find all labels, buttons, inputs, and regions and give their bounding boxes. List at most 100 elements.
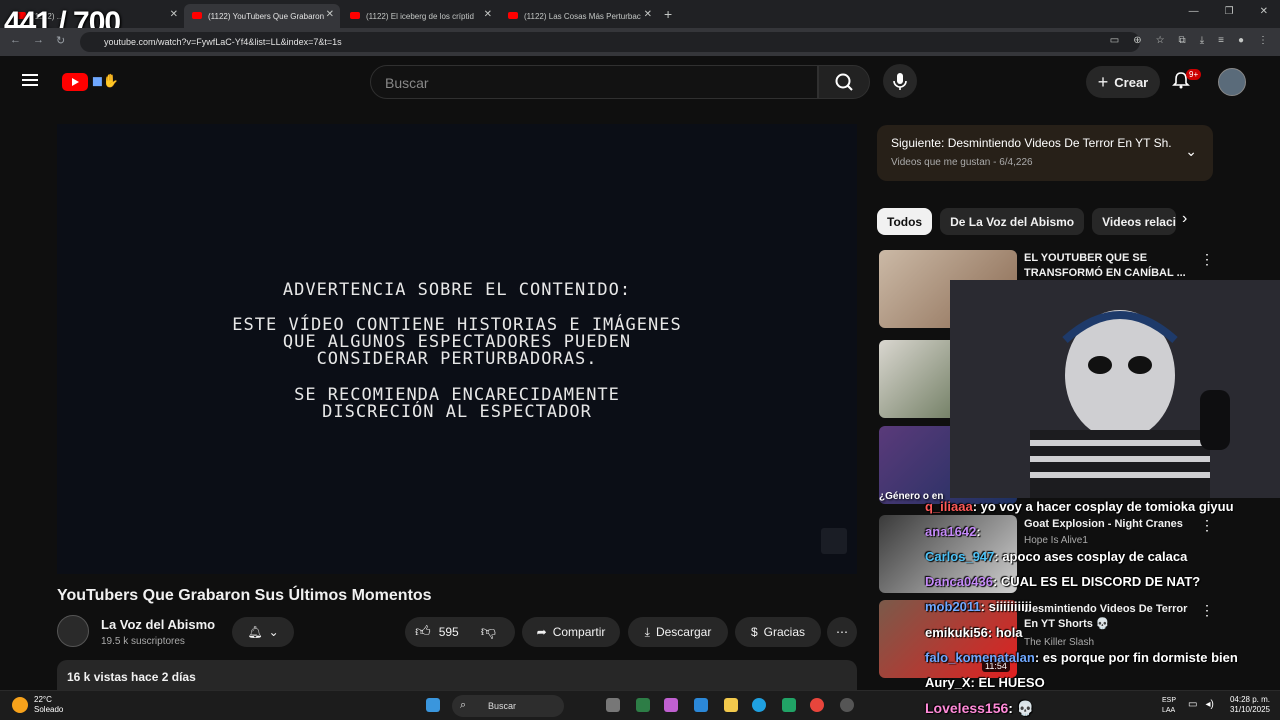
- subscription-bell-button[interactable]: 🔔︎ ⌄: [232, 617, 294, 647]
- url-field[interactable]: youtube.com/watch?v=FywfLaC-Yf4&list=LL&…: [80, 32, 1140, 52]
- youtube-logo[interactable]: [62, 73, 88, 91]
- thanks-dollar-icon: $: [750, 625, 758, 639]
- channel-name[interactable]: La Voz del Abismo: [101, 617, 215, 632]
- playlist-next-video: Siguiente: Desmintiendo Videos De Terror…: [891, 136, 1171, 150]
- file-explorer-icon[interactable]: [724, 698, 738, 712]
- extensions-icon[interactable]: ⧉: [1179, 35, 1186, 46]
- windows-taskbar: 22°C Soleado ⌕ Buscar ESP LAA ▭ ◂) 04:28…: [0, 690, 1280, 720]
- windows-start-icon[interactable]: [426, 698, 440, 712]
- excel-icon[interactable]: [782, 698, 796, 712]
- recommended-title[interactable]: Goat Explosion - Night Cranes: [1024, 517, 1194, 532]
- bookmark-star-icon[interactable]: ☆: [1156, 35, 1165, 46]
- close-tab-icon[interactable]: ✕: [644, 9, 652, 20]
- more-options-icon[interactable]: ⋮: [1200, 517, 1214, 534]
- bell-icon: 🔔︎: [247, 625, 263, 639]
- chip-related[interactable]: Videos relacion: [1092, 208, 1177, 235]
- clock[interactable]: 04:28 p. m. 31/10/2025: [1230, 695, 1270, 715]
- search-input[interactable]: Buscar: [370, 65, 818, 99]
- recommended-title[interactable]: EL YOUTUBER QUE SE TRANSFORMÓ EN CANÍBAL…: [1024, 251, 1194, 281]
- playlist-panel[interactable]: Siguiente: Desmintiendo Videos De Terror…: [877, 125, 1213, 181]
- chat-message: Danca0436: CUAL ES EL DISCORD DE NAT?: [925, 574, 1201, 589]
- restore-icon[interactable]: ❐: [1225, 6, 1234, 17]
- close-tab-icon[interactable]: ✕: [484, 9, 492, 20]
- more-options-icon[interactable]: ⋮: [1200, 251, 1214, 268]
- browser-menu-icon[interactable]: ⋮: [1258, 35, 1268, 46]
- close-window-icon[interactable]: ✕: [1260, 6, 1268, 17]
- back-icon[interactable]: ←: [10, 34, 21, 47]
- browser-tab-2[interactable]: (1122) YouTubers Que Grabaron ✕: [184, 4, 340, 28]
- chat-message: q_iliaaa: yo voy a hacer cosplay de tomi…: [925, 499, 1234, 514]
- chat-message: emikuki56: hola: [925, 625, 1023, 640]
- zoom-icon[interactable]: ⊕: [1133, 35, 1141, 46]
- recommended-title[interactable]: Desmintiendo Videos De Terror En YT Shor…: [1024, 602, 1194, 632]
- nav-buttons: ← → ↻: [10, 34, 65, 47]
- youtube-header: ◼✋ Buscar + Crear 9+: [0, 56, 1280, 108]
- browser-tab-4[interactable]: (1122) Las Cosas Más Perturbac ✕: [500, 4, 658, 28]
- warning-line: DISCRECIÓN AL ESPECTADOR: [322, 402, 592, 422]
- warning-line: CONSIDERAR PERTURBADORAS.: [316, 349, 598, 369]
- chat-message: Aury_X: EL HUESO: [925, 675, 1045, 690]
- taskbar-search[interactable]: ⌕ Buscar: [452, 695, 564, 717]
- address-bar-row: ← → ↻ youtube.com/watch?v=FywfLaC-Yf4&li…: [0, 28, 1280, 56]
- more-options-icon[interactable]: ⋮: [1200, 602, 1214, 619]
- streamer-webcam-overlay: [950, 280, 1280, 498]
- recommended-channel[interactable]: Hope Is Alive1: [1024, 535, 1088, 546]
- notification-count-badge: 9+: [1186, 69, 1202, 80]
- browser-tab-3[interactable]: (1122) El iceberg de los críptid ✕: [342, 4, 498, 28]
- chevron-down-icon: ⌄: [268, 625, 279, 639]
- subscriber-count: 19.5 k suscriptores: [101, 636, 185, 647]
- dislike-button[interactable]: 👎︎: [481, 623, 496, 641]
- cast-icon[interactable]: ▭: [1110, 35, 1119, 46]
- download-button[interactable]: ⤓ Descargar: [628, 617, 728, 647]
- filter-chips: Todos De La Voz del Abismo Videos relaci…: [877, 208, 1177, 235]
- new-tab-button[interactable]: +: [664, 6, 672, 22]
- browser-tab-bar: (1122) ... ✕ (1122) YouTubers Que Grabar…: [0, 0, 1280, 28]
- network-icon[interactable]: ▭: [1188, 699, 1197, 710]
- video-player[interactable]: ADVERTENCIA SOBRE EL CONTENIDO: ESTE VÍD…: [57, 124, 857, 574]
- browser-toolbar-icons: ▭ ⊕ ☆ ⧉ ⤓ ≡ ● ⋮: [1110, 35, 1268, 46]
- chevron-down-icon[interactable]: ⌄: [1185, 143, 1197, 160]
- app-icon[interactable]: [840, 698, 854, 712]
- download-icon[interactable]: ⤓: [1200, 35, 1204, 46]
- voice-search-button[interactable]: [883, 64, 917, 98]
- search-button[interactable]: [818, 65, 870, 99]
- close-tab-icon[interactable]: ✕: [326, 9, 334, 20]
- store-icon[interactable]: [694, 698, 708, 712]
- sun-icon: [12, 697, 28, 713]
- reading-list-icon[interactable]: ≡: [1218, 35, 1224, 46]
- channel-watermark-icon[interactable]: [821, 528, 847, 554]
- share-button[interactable]: ➦ Compartir: [522, 617, 620, 647]
- youtube-favicon-icon: [350, 12, 360, 19]
- like-button[interactable]: 👍︎ 595: [415, 623, 459, 641]
- download-icon: ⤓: [644, 624, 650, 639]
- youtube-favicon-icon: [192, 12, 202, 19]
- create-button[interactable]: + Crear: [1086, 66, 1160, 98]
- reload-icon[interactable]: ↻: [56, 34, 65, 47]
- minimize-icon[interactable]: —: [1189, 6, 1199, 17]
- copilot-icon[interactable]: [664, 698, 678, 712]
- more-actions-button[interactable]: ⋯: [827, 617, 857, 647]
- channel-avatar[interactable]: [57, 615, 89, 647]
- edge-icon[interactable]: [752, 698, 766, 712]
- user-avatar[interactable]: [1218, 68, 1246, 96]
- thumbs-down-icon: 👎︎: [480, 623, 496, 640]
- keyboard-language[interactable]: ESP LAA: [1162, 696, 1176, 716]
- chip-channel[interactable]: De La Voz del Abismo: [940, 208, 1085, 235]
- chevron-right-icon[interactable]: ›: [1182, 210, 1187, 228]
- forward-icon[interactable]: →: [33, 34, 44, 47]
- hamburger-menu-icon[interactable]: [22, 74, 38, 86]
- volume-icon[interactable]: ◂): [1205, 699, 1213, 710]
- chip-all[interactable]: Todos: [877, 208, 933, 235]
- app-icon[interactable]: [636, 698, 650, 712]
- task-view-icon[interactable]: [606, 698, 620, 712]
- chrome-icon[interactable]: [810, 698, 824, 712]
- profile-icon[interactable]: ●: [1238, 35, 1244, 46]
- weather-widget[interactable]: 22°C Soleado: [12, 695, 63, 715]
- thanks-button[interactable]: $ Gracias: [735, 617, 821, 647]
- system-tray-icons: ▭ ◂): [1188, 699, 1214, 710]
- playlist-meta: Videos que me gustan - 6/4,226: [891, 157, 1033, 168]
- close-tab-icon[interactable]: ✕: [170, 9, 178, 20]
- doodle-logo-icon[interactable]: ◼✋: [92, 73, 136, 89]
- plus-icon: +: [1097, 71, 1109, 92]
- recommended-channel[interactable]: The Killer Slash: [1024, 637, 1094, 648]
